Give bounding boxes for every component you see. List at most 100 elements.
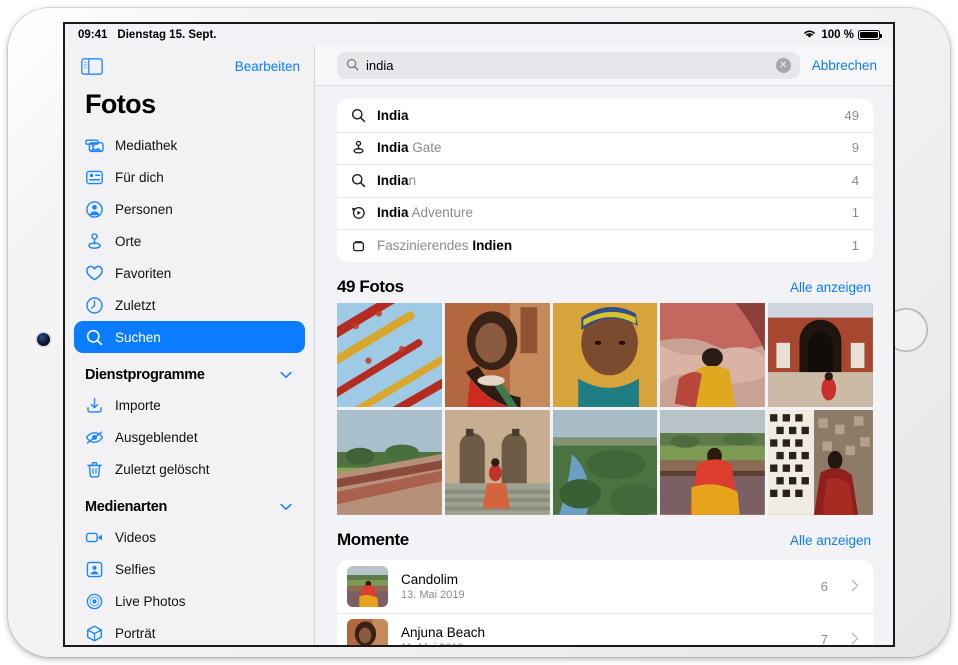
suggestion-label: Faszinierendes Indien: [377, 238, 842, 253]
suggestion-count: 4: [852, 173, 859, 188]
import-icon: [85, 396, 104, 415]
clock-icon: [85, 296, 104, 315]
photo-thumbnail[interactable]: [768, 303, 873, 408]
places-pin-icon: [350, 139, 367, 156]
sidebar-item-suchen[interactable]: Suchen: [74, 321, 305, 353]
moment-thumbnail: [347, 619, 388, 645]
page-title: Fotos: [65, 86, 314, 129]
group-label: Dienstprogramme: [85, 367, 205, 383]
heart-icon: [85, 264, 104, 283]
edit-button[interactable]: Bearbeiten: [235, 59, 300, 74]
sidebar-item-fuer-dich[interactable]: Für dich: [74, 161, 305, 193]
moment-texts: Candolim 13. Mai 2019: [401, 572, 808, 601]
photo-thumbnail[interactable]: [553, 303, 658, 408]
sidebar-item-videos[interactable]: Videos: [74, 521, 305, 553]
sidebar: Bearbeiten Fotos Mediathek Für dich: [65, 46, 315, 645]
sidebar-item-selfies[interactable]: Selfies: [74, 553, 305, 585]
photos-section-title: 49 Fotos: [337, 277, 404, 297]
list-item[interactable]: Anjuna Beach 11. Mai 2019 7: [337, 613, 873, 645]
suggestion-count: 1: [852, 238, 859, 253]
search-icon: [350, 172, 367, 189]
sidebar-item-label: Selfies: [115, 562, 156, 577]
photo-thumbnail[interactable]: [337, 410, 442, 515]
sidebar-item-label: Videos: [115, 530, 156, 545]
moment-texts: Anjuna Beach 11. Mai 2019: [401, 625, 808, 645]
photo-thumbnail[interactable]: [445, 410, 550, 515]
sidebar-item-label: Zuletzt gelöscht: [115, 462, 210, 477]
search-icon: [346, 58, 359, 74]
sidebar-item-label: Orte: [115, 234, 141, 249]
sidebar-group-header-dienstprogramme[interactable]: Dienstprogramme: [65, 353, 314, 389]
chevron-right-icon: [851, 632, 859, 645]
sidebar-item-mediathek[interactable]: Mediathek: [74, 129, 305, 161]
suggestion-row[interactable]: India 49: [337, 99, 873, 132]
suggestion-label: India Gate: [377, 140, 842, 155]
suggestion-label: India: [377, 108, 835, 123]
photo-thumbnail[interactable]: [660, 303, 765, 408]
moments-section-header: Momente Alle anzeigen: [315, 515, 893, 556]
sidebar-item-label: Favoriten: [115, 266, 171, 281]
moments-section-title: Momente: [337, 530, 409, 550]
list-item[interactable]: Candolim 13. Mai 2019 6: [337, 560, 873, 613]
moments-show-all-link[interactable]: Alle anzeigen: [790, 533, 871, 548]
sidebar-primary-list: Mediathek Für dich Personen: [65, 129, 314, 353]
search-bar-row: india ✕ Abbrechen: [315, 46, 893, 86]
suggestion-row[interactable]: Faszinierendes Indien 1: [337, 229, 873, 262]
moments-card: Candolim 13. Mai 2019 6: [337, 560, 873, 645]
photo-thumbnail[interactable]: [553, 410, 658, 515]
front-camera-icon: [37, 333, 50, 346]
suggestion-label: Indian: [377, 173, 842, 188]
chevron-right-icon: [851, 579, 859, 595]
suggestion-row[interactable]: Indian 4: [337, 164, 873, 197]
moment-count: 6: [821, 579, 828, 594]
sidebar-item-label: Personen: [115, 202, 173, 217]
sidebar-item-orte[interactable]: Orte: [74, 225, 305, 257]
search-input[interactable]: india ✕: [337, 52, 800, 79]
photo-thumbnail[interactable]: [660, 410, 765, 515]
photo-thumbnail[interactable]: [445, 303, 550, 408]
photos-library-icon: [85, 136, 104, 155]
sidebar-item-label: Suchen: [115, 330, 161, 345]
cancel-button[interactable]: Abbrechen: [812, 58, 877, 73]
photo-thumbnail[interactable]: [337, 303, 442, 408]
photo-thumbnail[interactable]: [768, 410, 873, 515]
moment-title: Anjuna Beach: [401, 625, 808, 640]
sidebar-item-zuletzt[interactable]: Zuletzt: [74, 289, 305, 321]
sidebar-item-label: Importe: [115, 398, 161, 413]
sidebar-item-personen[interactable]: Personen: [74, 193, 305, 225]
suggestion-row[interactable]: India Adventure 1: [337, 197, 873, 230]
sidebar-item-favoriten[interactable]: Favoriten: [74, 257, 305, 289]
group-label: Medienarten: [85, 499, 167, 515]
sidebar-item-live-photos[interactable]: Live Photos: [74, 585, 305, 617]
portrait-cube-icon: [85, 624, 104, 643]
sidebar-item-zuletzt-geloescht[interactable]: Zuletzt gelöscht: [74, 453, 305, 485]
sidebar-item-label: Porträt: [115, 626, 156, 641]
wifi-icon: [802, 28, 817, 42]
sidebar-item-ausgeblendet[interactable]: Ausgeblendet: [74, 421, 305, 453]
suggestion-row[interactable]: India Gate 9: [337, 132, 873, 165]
moment-title: Candolim: [401, 572, 808, 587]
sidebar-toggle-icon[interactable]: [81, 58, 103, 75]
sidebar-item-label: Ausgeblendet: [115, 430, 198, 445]
content-pane: india ✕ Abbrechen India 49: [315, 46, 893, 645]
chevron-down-icon[interactable]: [280, 366, 292, 384]
ipad-screen: 09:41 Dienstag 15. Sept. 100 %: [65, 24, 893, 645]
photo-grid: [337, 303, 873, 516]
battery-percent: 100 %: [821, 29, 854, 41]
search-results-scroll[interactable]: India 49 India Gate 9 Indi: [315, 87, 893, 645]
photos-show-all-link[interactable]: Alle anzeigen: [790, 280, 871, 295]
clear-circle-icon[interactable]: ✕: [776, 58, 791, 73]
trash-icon: [85, 460, 104, 479]
sidebar-group-header-medienarten[interactable]: Medienarten: [65, 485, 314, 521]
selfie-icon: [85, 560, 104, 579]
sidebar-item-portraet[interactable]: Porträt: [74, 617, 305, 645]
status-time: 09:41: [78, 29, 107, 41]
sidebar-item-importe[interactable]: Importe: [74, 389, 305, 421]
suggestion-count: 9: [852, 140, 859, 155]
places-pin-icon: [85, 232, 104, 251]
suggestion-count: 1: [852, 205, 859, 220]
chevron-down-icon[interactable]: [280, 498, 292, 516]
ipad-device-frame: 09:41 Dienstag 15. Sept. 100 %: [8, 8, 950, 657]
suggestions-card: India 49 India Gate 9 Indi: [337, 99, 873, 262]
for-you-icon: [85, 168, 104, 187]
